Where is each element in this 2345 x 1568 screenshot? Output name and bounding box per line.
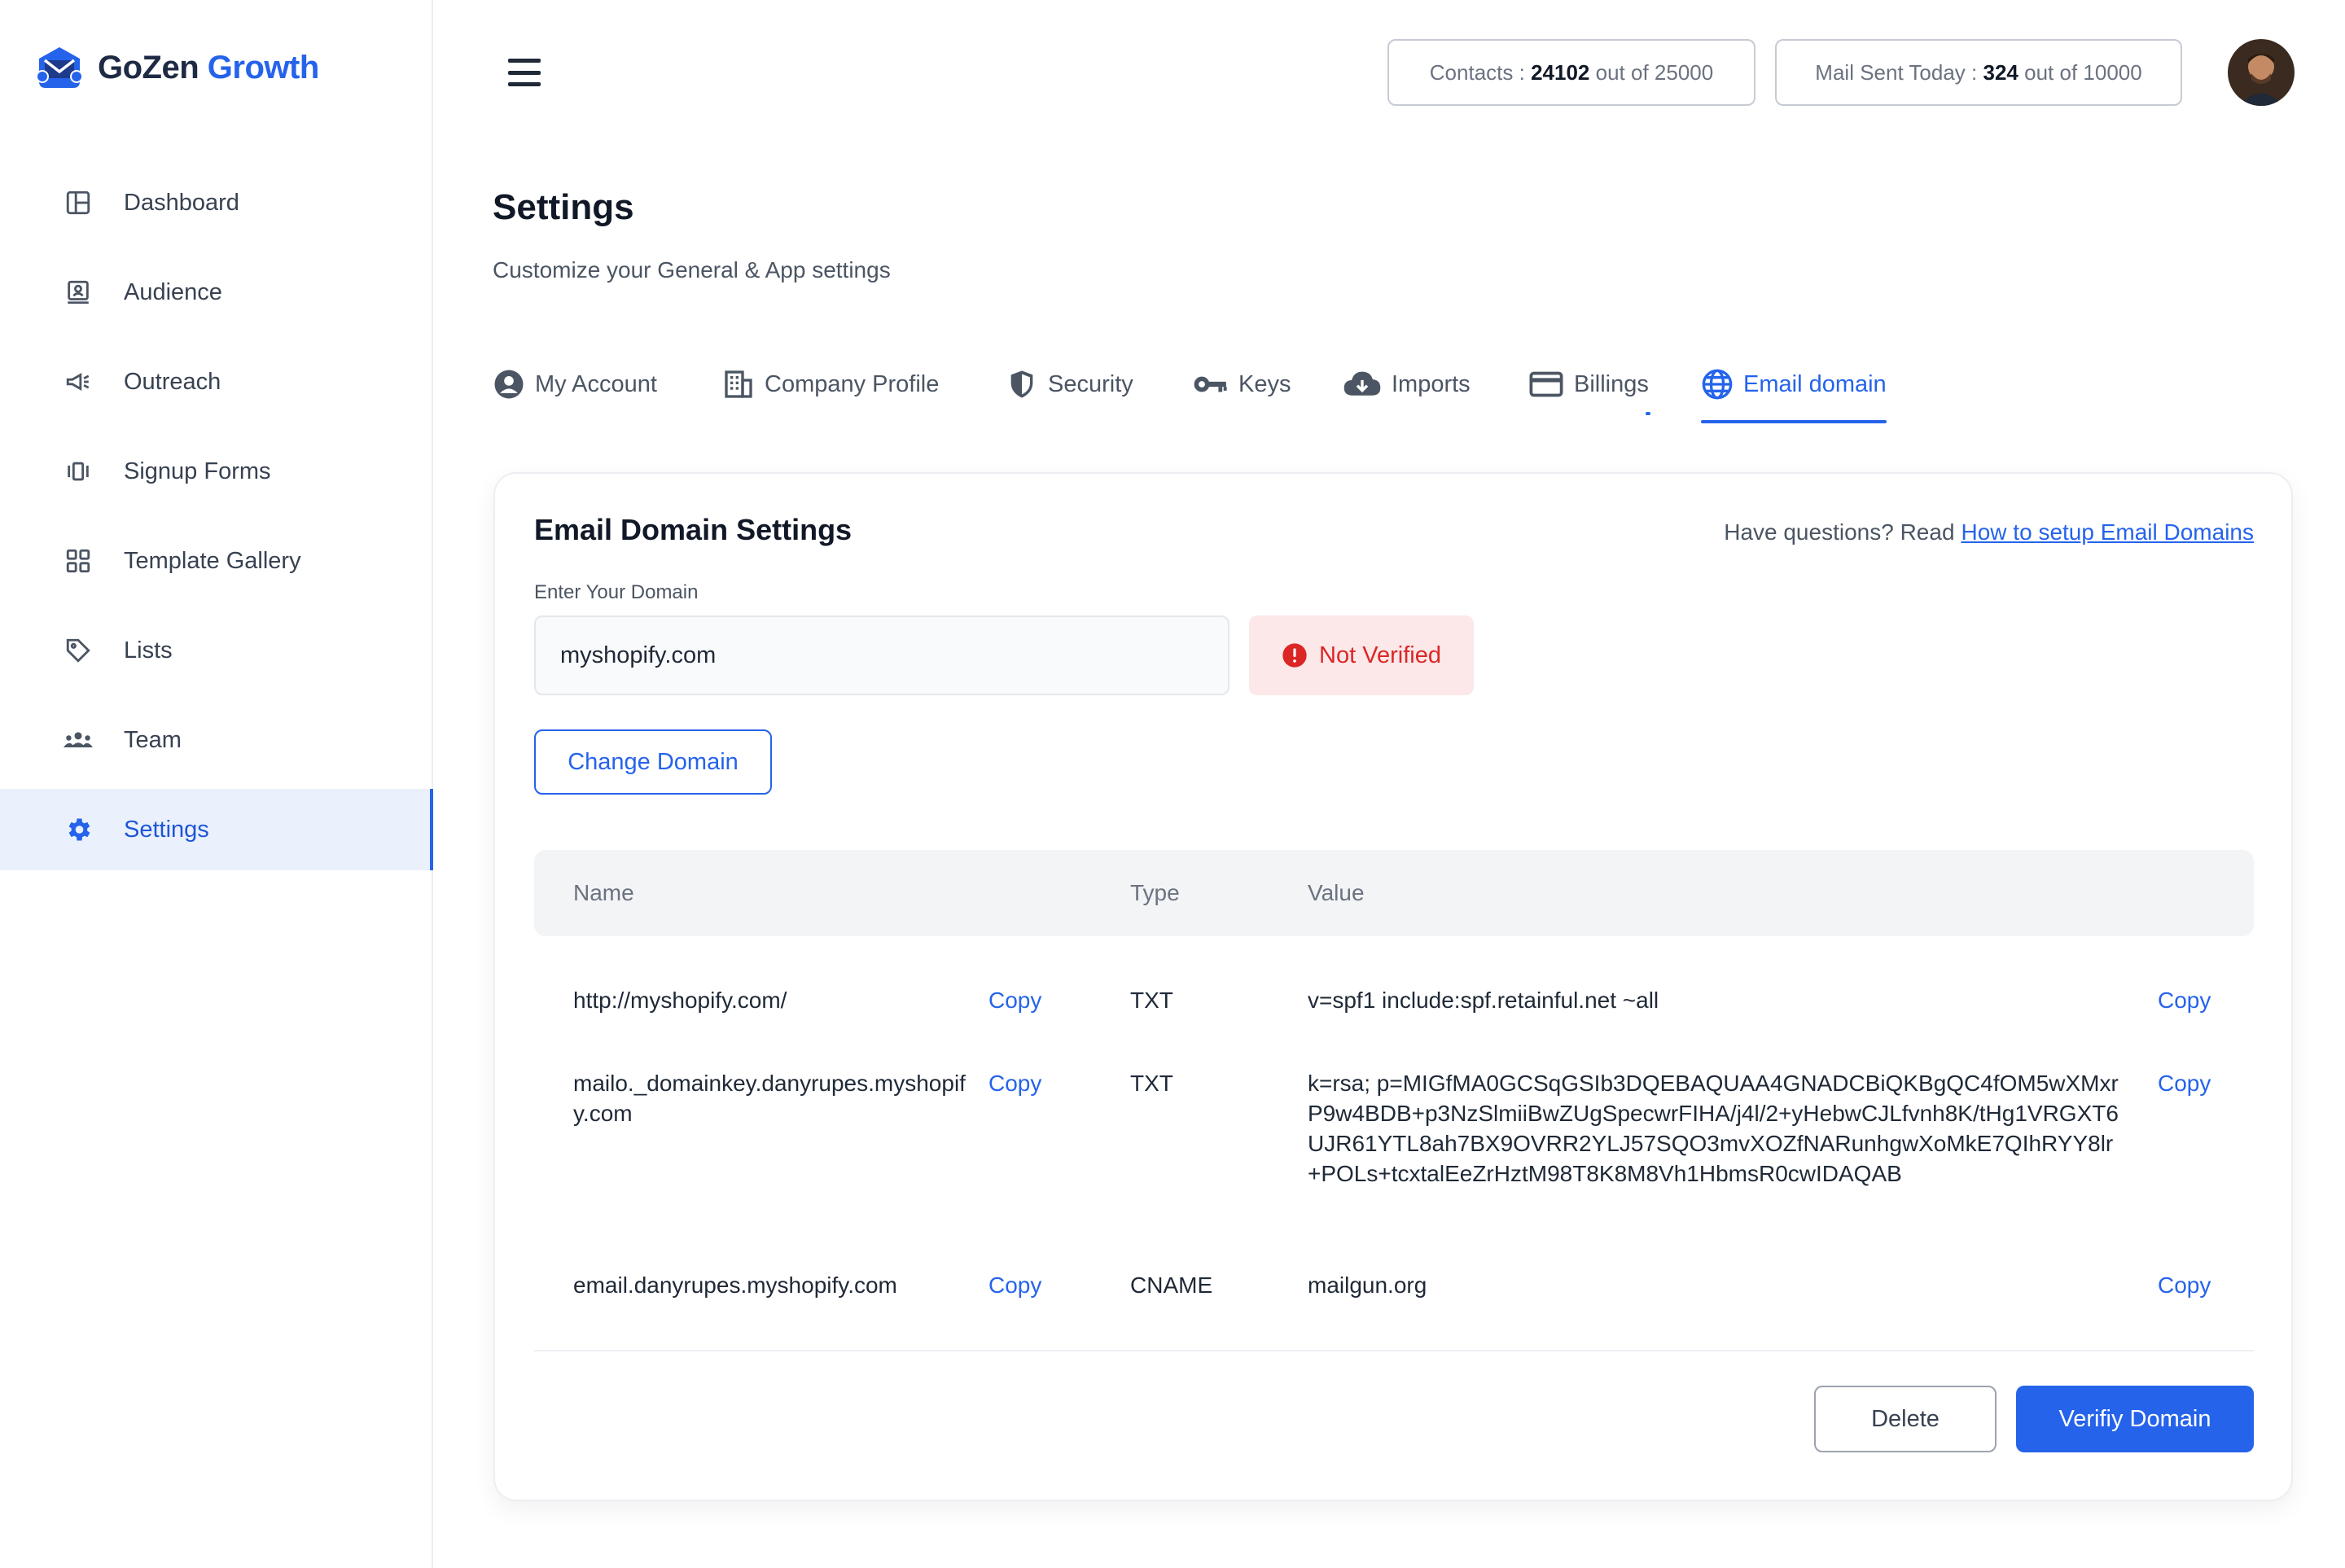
building-icon xyxy=(725,370,752,398)
gear-icon xyxy=(64,815,93,844)
tab-keys[interactable]: Keys xyxy=(1193,352,1291,417)
copy-name-button[interactable]: Copy xyxy=(988,985,1041,1015)
tab-label: Keys xyxy=(1238,370,1291,397)
record-value: k=rsa; p=MIGfMA0GCSqGSIb3DQEBAQUAA4GNADC… xyxy=(1308,1071,2119,1186)
tab-label: Imports xyxy=(1392,370,1471,397)
cloud-download-icon xyxy=(1343,371,1381,396)
team-icon xyxy=(64,725,93,755)
divider xyxy=(534,1350,2254,1351)
sidebar-item-lists[interactable]: Lists xyxy=(0,610,433,691)
mail-limit: out of 10000 xyxy=(2024,59,2142,85)
sidebar-item-label: Audience xyxy=(124,278,222,305)
megaphone-icon xyxy=(64,367,93,396)
tag-icon xyxy=(64,636,93,665)
mail-count: 324 xyxy=(1983,59,2018,85)
sidebar-nav: Dashboard Audience Outreach Signup Forms… xyxy=(0,162,433,878)
verify-domain-button[interactable]: Verifiy Domain xyxy=(2016,1386,2254,1452)
record-name: mailo._domainkey.danyrupes.myshopify.com xyxy=(573,1071,966,1126)
tab-indicator-dot xyxy=(1646,412,1650,415)
column-header-type: Type xyxy=(1130,880,1180,905)
tab-label: My Account xyxy=(535,370,657,397)
shield-icon xyxy=(1010,370,1033,398)
copy-value-button[interactable]: Copy xyxy=(2158,1068,2211,1098)
sidebar: GoZen Growth Dashboard Audience Outreach… xyxy=(0,0,433,1568)
sidebar-item-label: Outreach xyxy=(124,368,221,395)
tab-company-profile[interactable]: Company Profile xyxy=(722,352,939,417)
copy-name-button[interactable]: Copy xyxy=(988,1270,1041,1300)
user-circle-icon xyxy=(494,370,524,399)
brand-name: GoZen Growth xyxy=(98,49,319,85)
brand-logo[interactable]: GoZen Growth xyxy=(33,42,319,93)
logo-icon xyxy=(36,47,83,88)
record-type: TXT xyxy=(1130,1071,1173,1096)
sidebar-item-label: Dashboard xyxy=(124,189,239,216)
record-value: v=spf1 include:spf.retainful.net ~all xyxy=(1308,988,1659,1013)
record-name: http://myshopify.com/ xyxy=(573,988,787,1013)
sidebar-item-label: Lists xyxy=(124,637,173,664)
record-name: email.danyrupes.myshopify.com xyxy=(573,1272,897,1298)
sidebar-item-label: Template Gallery xyxy=(124,547,301,574)
record-type: TXT xyxy=(1130,988,1173,1013)
alert-circle-icon xyxy=(1282,643,1307,668)
email-domain-card: Email Domain Settings Have questions? Re… xyxy=(493,472,2293,1501)
page-subtitle: Customize your General & App settings xyxy=(493,257,891,283)
credit-card-icon xyxy=(1529,371,1563,397)
card-title: Email Domain Settings xyxy=(534,513,853,546)
verification-status-badge: Not Verified xyxy=(1249,615,1474,695)
tab-security[interactable]: Security xyxy=(1006,352,1133,417)
tab-label: Billings xyxy=(1574,370,1649,397)
column-header-name: Name xyxy=(573,880,634,905)
sidebar-item-outreach[interactable]: Outreach xyxy=(0,341,433,423)
delete-button[interactable]: Delete xyxy=(1814,1386,1997,1452)
mail-label: Mail Sent Today : xyxy=(1815,59,1978,85)
audience-icon xyxy=(64,278,93,307)
key-icon xyxy=(1194,376,1227,392)
setup-guide-link[interactable]: How to setup Email Domains xyxy=(1961,519,2254,545)
menu-toggle-icon[interactable] xyxy=(508,59,541,86)
record-type: CNAME xyxy=(1130,1272,1213,1298)
copy-name-button[interactable]: Copy xyxy=(988,1068,1041,1098)
status-text: Not Verified xyxy=(1319,642,1441,668)
change-domain-button[interactable]: Change Domain xyxy=(534,729,772,795)
tab-label: Email domain xyxy=(1743,370,1887,397)
sidebar-item-team[interactable]: Team xyxy=(0,699,433,781)
tab-imports[interactable]: Imports xyxy=(1343,352,1471,417)
dashboard-icon xyxy=(64,188,93,217)
globe-icon xyxy=(1702,369,1733,400)
sidebar-item-dashboard[interactable]: Dashboard xyxy=(0,162,433,243)
tab-label: Security xyxy=(1048,370,1133,397)
mail-usage-badge: Mail Sent Today : 324 out of 10000 xyxy=(1775,39,2182,106)
page-title: Settings xyxy=(493,187,634,227)
tab-my-account[interactable]: My Account xyxy=(493,352,657,417)
sidebar-item-settings[interactable]: Settings xyxy=(0,789,433,870)
tab-billings[interactable]: Billings xyxy=(1528,352,1649,417)
user-avatar[interactable] xyxy=(2228,39,2295,106)
copy-value-button[interactable]: Copy xyxy=(2158,1270,2211,1300)
sidebar-item-audience[interactable]: Audience xyxy=(0,252,433,333)
record-value: mailgun.org xyxy=(1308,1272,1427,1298)
sidebar-item-signup-forms[interactable]: Signup Forms xyxy=(0,431,433,512)
domain-input[interactable] xyxy=(534,615,1229,695)
domain-field-label: Enter Your Domain xyxy=(534,581,699,603)
contacts-count: 24102 xyxy=(1531,59,1590,85)
help-text: Have questions? Read How to setup Email D… xyxy=(1724,519,2254,545)
signup-forms-icon xyxy=(64,457,93,486)
contacts-limit: out of 25000 xyxy=(1595,59,1714,85)
copy-value-button[interactable]: Copy xyxy=(2158,985,2211,1015)
sidebar-item-label: Settings xyxy=(124,816,209,843)
sidebar-item-label: Team xyxy=(124,726,182,753)
tab-email-domain[interactable]: Email domain xyxy=(1701,352,1887,423)
column-header-value: Value xyxy=(1308,880,1365,905)
tab-label: Company Profile xyxy=(765,370,940,397)
sidebar-item-template-gallery[interactable]: Template Gallery xyxy=(0,520,433,602)
contacts-usage-badge: Contacts : 24102 out of 25000 xyxy=(1387,39,1755,106)
grid-icon xyxy=(64,546,93,576)
dns-table-header: Name Type Value xyxy=(534,850,2254,936)
help-prefix: Have questions? Read xyxy=(1724,519,1955,545)
sidebar-item-label: Signup Forms xyxy=(124,458,271,484)
contacts-label: Contacts : xyxy=(1429,59,1525,85)
